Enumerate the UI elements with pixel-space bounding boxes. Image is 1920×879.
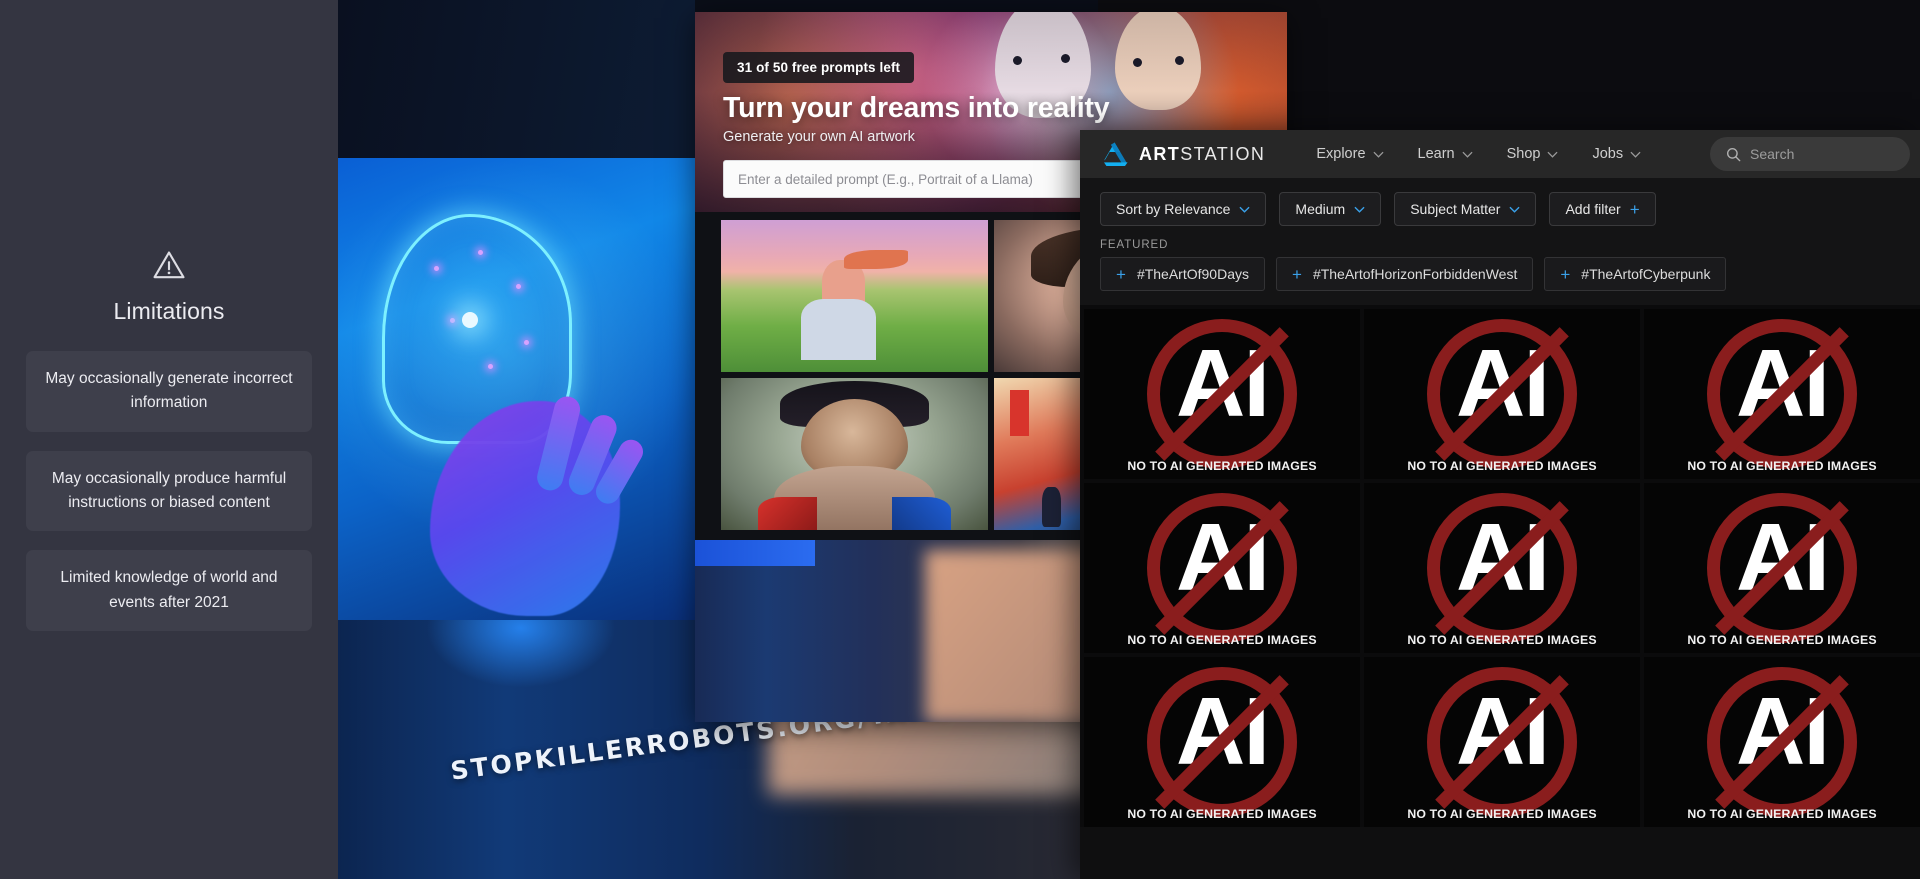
brain-core-glow	[462, 312, 478, 328]
featured-label: FEATURED	[1080, 226, 1920, 257]
filter-label: Subject Matter	[1410, 201, 1501, 217]
chevron-down-icon	[1509, 206, 1521, 213]
wordmark-art: ART	[1139, 143, 1181, 164]
generated-image-tile[interactable]	[721, 378, 988, 530]
artwork-tile-no-to-ai[interactable]: AINO TO AI GENERATED IMAGES	[1084, 309, 1360, 479]
brain-node	[450, 318, 455, 323]
artwork-tile-no-to-ai[interactable]: AINO TO AI GENERATED IMAGES	[1364, 309, 1640, 479]
artstation-search-box[interactable]: Search	[1710, 137, 1910, 171]
wordmark-station: STATION	[1180, 143, 1266, 164]
brain-node	[434, 266, 439, 271]
banner-glow	[426, 620, 616, 688]
tag-label: #TheArtofCyberpunk	[1581, 266, 1711, 282]
nav-label: Shop	[1506, 146, 1541, 162]
featured-tag-cyberpunk[interactable]: + #TheArtofCyberpunk	[1544, 257, 1727, 291]
nav-item-jobs[interactable]: Jobs	[1575, 130, 1658, 178]
nav-label: Learn	[1417, 146, 1455, 162]
search-placeholder: Search	[1750, 146, 1795, 162]
filter-add-filter[interactable]: Add filter +	[1549, 192, 1656, 226]
brain-node	[524, 340, 529, 345]
featured-tag-row: + #TheArtOf90Days + #TheArtofHorizonForb…	[1080, 257, 1920, 305]
chevron-down-icon	[1372, 151, 1384, 158]
plus-icon: +	[1116, 264, 1126, 284]
artwork-tile-no-to-ai[interactable]: AINO TO AI GENERATED IMAGES	[1364, 657, 1640, 827]
artstation-wordmark: ARTSTATION	[1139, 144, 1265, 165]
brain-node	[478, 250, 483, 255]
artwork-caption: NO TO AI GENERATED IMAGES	[1127, 807, 1317, 821]
footer-blue-bar	[695, 540, 815, 566]
artwork-caption: NO TO AI GENERATED IMAGES	[1407, 633, 1597, 647]
artwork-caption: NO TO AI GENERATED IMAGES	[1127, 633, 1317, 647]
artwork-tile-no-to-ai[interactable]: AINO TO AI GENERATED IMAGES	[1644, 309, 1920, 479]
filter-subject-matter[interactable]: Subject Matter	[1394, 192, 1537, 226]
limitation-card-1: May occasionally generate incorrect info…	[26, 350, 312, 432]
featured-tag-the-art-of-90-days[interactable]: + #TheArtOf90Days	[1100, 257, 1265, 291]
nav-label: Explore	[1316, 146, 1366, 162]
artwork-caption: NO TO AI GENERATED IMAGES	[1127, 459, 1317, 473]
artstation-window: ARTSTATION Explore Learn Shop Jobs Searc…	[1080, 130, 1920, 879]
artwork-grid: AINO TO AI GENERATED IMAGESAINO TO AI GE…	[1080, 305, 1920, 827]
cape-right	[891, 496, 951, 530]
limitation-card-2: May occasionally produce harmful instruc…	[26, 450, 312, 532]
dalle-heading: Turn your dreams into reality	[723, 92, 1110, 124]
artwork-tile-no-to-ai[interactable]: AINO TO AI GENERATED IMAGES	[1644, 657, 1920, 827]
tag-label: #TheArtOf90Days	[1136, 266, 1249, 282]
artstation-logo[interactable]: ARTSTATION	[1102, 141, 1265, 167]
chevron-down-icon	[1354, 206, 1365, 213]
nav-item-learn[interactable]: Learn	[1401, 130, 1490, 178]
plus-icon: +	[1560, 264, 1571, 284]
artstation-navbar: ARTSTATION Explore Learn Shop Jobs Searc…	[1080, 130, 1920, 178]
artwork-tile-no-to-ai[interactable]: AINO TO AI GENERATED IMAGES	[1084, 657, 1360, 827]
limitations-title: Limitations	[113, 297, 225, 324]
nav-label: Jobs	[1592, 146, 1624, 162]
limitation-card-3: Limited knowledge of world and events af…	[26, 550, 312, 632]
chatgpt-limitations-pane: Limitations May occasionally generate in…	[0, 0, 338, 879]
chevron-down-icon	[1239, 206, 1250, 213]
brain-node	[516, 284, 521, 289]
filter-bar: Sort by Relevance Medium Subject Matter …	[1080, 178, 1920, 226]
generated-image-tile[interactable]	[721, 220, 988, 372]
chevron-down-icon	[1630, 151, 1641, 158]
ai-brain-illustration	[338, 158, 695, 620]
tag-label: #TheArtofHorizonForbiddenWest	[1312, 266, 1518, 282]
nav-item-explore[interactable]: Explore	[1299, 130, 1400, 178]
chevron-down-icon	[1462, 151, 1473, 158]
filter-label: Add filter	[1565, 201, 1621, 217]
filter-label: Medium	[1295, 201, 1346, 217]
artwork-caption: NO TO AI GENERATED IMAGES	[1407, 807, 1597, 821]
filter-sort-by-relevance[interactable]: Sort by Relevance	[1100, 192, 1267, 226]
artwork-tile-no-to-ai[interactable]: AINO TO AI GENERATED IMAGES	[1644, 483, 1920, 653]
featured-tag-horizon-forbidden-west[interactable]: + #TheArtofHorizonForbiddenWest	[1276, 257, 1534, 291]
plus-icon: +	[1629, 199, 1640, 219]
warning-triangle-icon	[153, 251, 185, 278]
cape-left	[758, 496, 818, 530]
free-prompts-badge: 31 of 50 free prompts left	[723, 52, 915, 83]
plus-icon: +	[1292, 264, 1302, 284]
search-icon	[1726, 147, 1741, 161]
screenshot-root: Limitations May occasionally generate in…	[0, 0, 1920, 879]
chevron-down-icon	[1547, 151, 1559, 158]
artwork-caption: NO TO AI GENERATED IMAGES	[1687, 807, 1877, 821]
nav-item-shop[interactable]: Shop	[1490, 130, 1576, 178]
dalle-subheading: Generate your own AI artwork	[723, 129, 915, 145]
artwork-caption: NO TO AI GENERATED IMAGES	[1407, 459, 1597, 473]
artwork-tile-no-to-ai[interactable]: AINO TO AI GENERATED IMAGES	[1364, 483, 1640, 653]
filter-medium[interactable]: Medium	[1279, 192, 1382, 226]
artwork-caption: NO TO AI GENERATED IMAGES	[1687, 633, 1877, 647]
filter-label: Sort by Relevance	[1116, 201, 1231, 217]
artwork-tile-no-to-ai[interactable]: AINO TO AI GENERATED IMAGES	[1084, 483, 1360, 653]
artwork-caption: NO TO AI GENERATED IMAGES	[1687, 459, 1877, 473]
artstation-logo-icon	[1104, 142, 1128, 166]
brain-node	[488, 364, 493, 369]
